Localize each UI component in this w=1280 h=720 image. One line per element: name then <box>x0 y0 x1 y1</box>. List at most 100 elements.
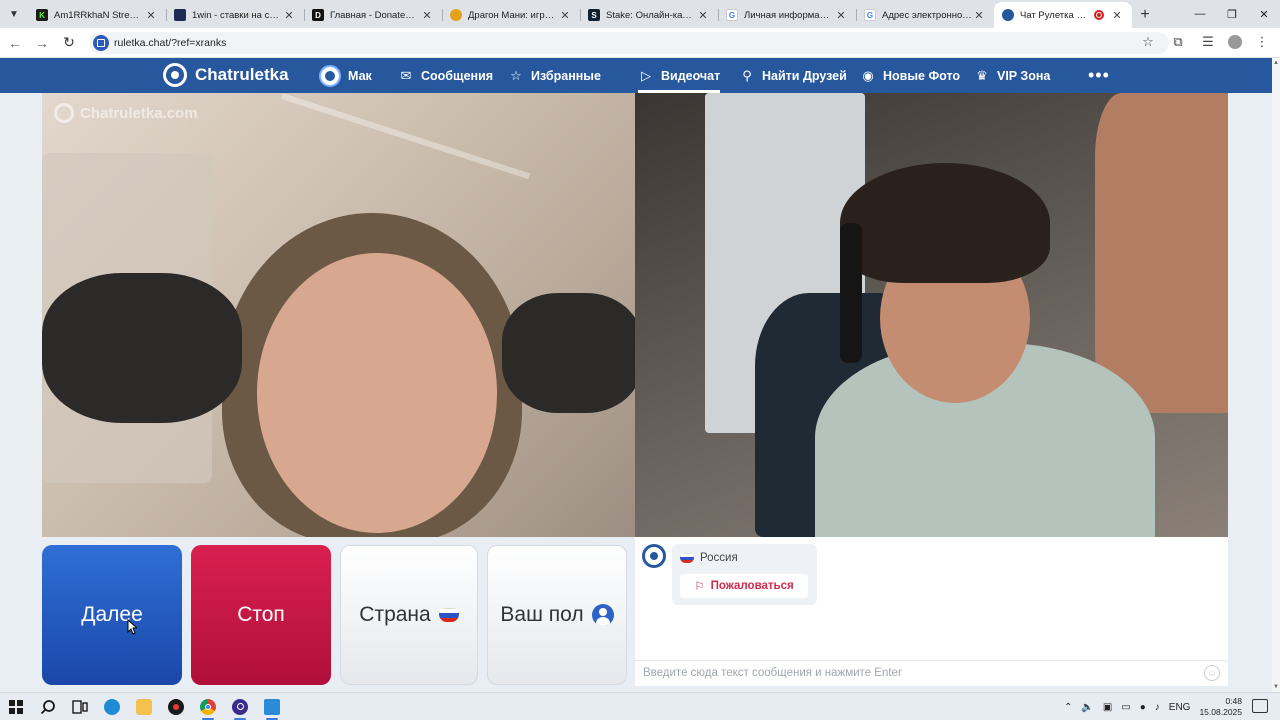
site-info-icon[interactable] <box>93 34 109 51</box>
notifications-icon[interactable] <box>1252 699 1268 713</box>
site-logo[interactable]: Chatruletka <box>163 63 289 87</box>
browser-tab-active[interactable]: Чат Рулетка — знако ✕ <box>994 2 1132 28</box>
file-explorer-icon[interactable] <box>128 693 160 720</box>
chat-message-input[interactable] <box>643 664 1198 682</box>
close-tab-icon[interactable]: ✕ <box>696 9 710 22</box>
close-tab-icon[interactable]: ✕ <box>834 9 848 22</box>
task-view-icon[interactable] <box>64 693 96 720</box>
stop-button[interactable]: Стоп <box>191 545 331 685</box>
restore-icon[interactable]: ❐ <box>1216 0 1248 28</box>
tab-title: Чат Рулетка — знако <box>1020 9 1094 21</box>
browser-menu-icon[interactable]: ⋮ <box>1252 32 1272 52</box>
nav-vip-label: VIP Зона <box>997 68 1051 83</box>
gender-user-icon <box>591 604 614 626</box>
close-tab-icon[interactable]: ✕ <box>420 9 434 22</box>
country-button-label: Страна <box>359 603 431 626</box>
back-arrow-icon[interactable]: ← <box>3 31 27 55</box>
site-navbar: Chatruletka Мак ✉ Сообщения ☆ Избранные … <box>0 58 1272 93</box>
close-tab-icon[interactable]: ✕ <box>558 9 572 22</box>
crown-icon: ♛ <box>976 67 988 83</box>
more-menu-icon[interactable]: ••• <box>1088 58 1110 93</box>
profile-avatar-icon[interactable] <box>1228 35 1242 49</box>
nav-videochat[interactable]: ▷ Видеочат <box>638 58 721 93</box>
forward-arrow-icon[interactable]: → <box>30 31 54 55</box>
tab-title: Личная информация <box>744 9 834 21</box>
address-bar[interactable]: ruletka.chat/?ref=xranks <box>89 31 1169 54</box>
nav-profile[interactable]: Мак <box>319 58 372 93</box>
avatar-icon <box>319 64 341 87</box>
page-scrollbar[interactable]: ▲ ▼ <box>1272 58 1280 692</box>
toolbar-actions: ☆ ⧉ ☰ ⋮ <box>1138 32 1272 52</box>
new-tab-button[interactable]: + <box>1132 2 1158 28</box>
language-indicator[interactable]: ENG <box>1169 702 1191 713</box>
volume-icon[interactable]: ♪ <box>1155 702 1160 713</box>
chatruletka-logo-icon <box>163 63 187 87</box>
partner-info-card: Россия ⚐ Пожаловаться <box>672 544 817 605</box>
star-icon: ☆ <box>510 67 522 83</box>
display-icon[interactable]: ▣ <box>1103 702 1112 713</box>
emoji-icon[interactable]: ☺ <box>1204 665 1220 681</box>
speaker-icon[interactable]: 🔈 <box>1081 702 1093 713</box>
nav-messages[interactable]: ✉ Сообщения <box>398 58 494 93</box>
russia-flag-icon <box>438 608 459 622</box>
tab-title: Драгон Мани: играть в о <box>468 9 558 21</box>
browser-tab[interactable]: S Stake: Онлайн-казино и ✕ <box>580 2 718 28</box>
russia-flag-icon <box>680 553 694 563</box>
reading-list-icon[interactable]: ☰ <box>1198 32 1218 52</box>
clock[interactable]: 0:48 15.08.2025 <box>1199 696 1242 718</box>
chatruletka-favicon-icon <box>1002 9 1014 21</box>
network-icon[interactable]: ▭ <box>1121 702 1130 713</box>
tab-title: 1win - ставки на спорт - <box>192 9 282 21</box>
country-button[interactable]: Страна <box>340 545 478 685</box>
browser-tab[interactable]: D Главная - DonatePay.ru ✕ <box>304 2 442 28</box>
mouse-cursor-icon <box>127 619 137 635</box>
stake-favicon-icon: S <box>588 9 600 21</box>
extensions-icon[interactable]: ⧉ <box>1168 32 1188 52</box>
nav-favorites-label: Избранные <box>531 68 601 83</box>
edge-icon[interactable] <box>96 693 128 720</box>
close-tab-icon[interactable]: ✕ <box>1110 9 1124 22</box>
search-icon[interactable] <box>32 693 64 720</box>
next-button[interactable]: Далее <box>42 545 182 685</box>
report-button[interactable]: ⚐ Пожаловаться <box>680 574 808 598</box>
nav-vip[interactable]: ♛ VIP Зона <box>974 58 1050 93</box>
browser-tab[interactable]: 1win - ставки на спорт - ✕ <box>166 2 304 28</box>
close-window-icon[interactable]: ✕ <box>1248 0 1280 28</box>
chrome-icon[interactable] <box>192 693 224 720</box>
hair-shape <box>840 163 1050 283</box>
nav-favorites[interactable]: ☆ Избранные <box>508 58 601 93</box>
close-tab-icon[interactable]: ✕ <box>972 9 986 22</box>
microphone-icon[interactable]: ● <box>1140 702 1146 713</box>
nav-find-friends[interactable]: ⚲ Найти Друзей <box>739 58 847 93</box>
nav-new-photos[interactable]: ◉ Новые Фото <box>860 58 960 93</box>
close-tab-icon[interactable]: ✕ <box>282 9 296 22</box>
tray-chevron-icon[interactable]: ⌃ <box>1064 702 1072 713</box>
browser-tab[interactable]: G Личная информация ✕ <box>718 2 856 28</box>
video-camera-icon: ▷ <box>641 67 651 83</box>
minimize-icon[interactable]: — <box>1184 0 1216 28</box>
chat-divider <box>635 660 1228 661</box>
report-button-label: Пожаловаться <box>710 580 794 592</box>
partner-country-label: Россия <box>700 552 738 564</box>
chat-panel: Россия ⚐ Пожаловаться ☺ <box>635 537 1228 686</box>
scroll-up-icon[interactable]: ▲ <box>1273 60 1279 66</box>
window-controls: — ❐ ✕ <box>1184 0 1280 28</box>
browser-tab[interactable]: K Am1RRkhaN Stream - Wa ✕ <box>28 2 166 28</box>
reload-icon[interactable]: ↻ <box>57 31 81 55</box>
browser-tab[interactable]: G Адрес электронной поч ✕ <box>856 2 994 28</box>
headphones-shape <box>840 223 862 363</box>
scroll-down-icon[interactable]: ▼ <box>1273 684 1279 690</box>
obs-icon[interactable] <box>224 693 256 720</box>
bookmark-star-icon[interactable]: ☆ <box>1138 32 1158 52</box>
tab-title: Адрес электронной поч <box>882 9 972 21</box>
app-window-icon[interactable] <box>256 693 288 720</box>
tab-title: Am1RRkhaN Stream - Wa <box>54 9 144 21</box>
browser-toolbar: ← → ↻ ruletka.chat/?ref=xranks ☆ ⧉ ☰ ⋮ <box>0 28 1280 58</box>
windows-start-icon[interactable] <box>0 693 32 720</box>
gender-button[interactable]: Ваш пол <box>487 545 627 685</box>
tab-search-menu-icon[interactable]: ▼ <box>0 0 28 28</box>
close-tab-icon[interactable]: ✕ <box>144 9 158 22</box>
google-favicon-icon: G <box>864 9 876 21</box>
recording-app-icon[interactable] <box>160 693 192 720</box>
browser-tab[interactable]: Драгон Мани: играть в о ✕ <box>442 2 580 28</box>
